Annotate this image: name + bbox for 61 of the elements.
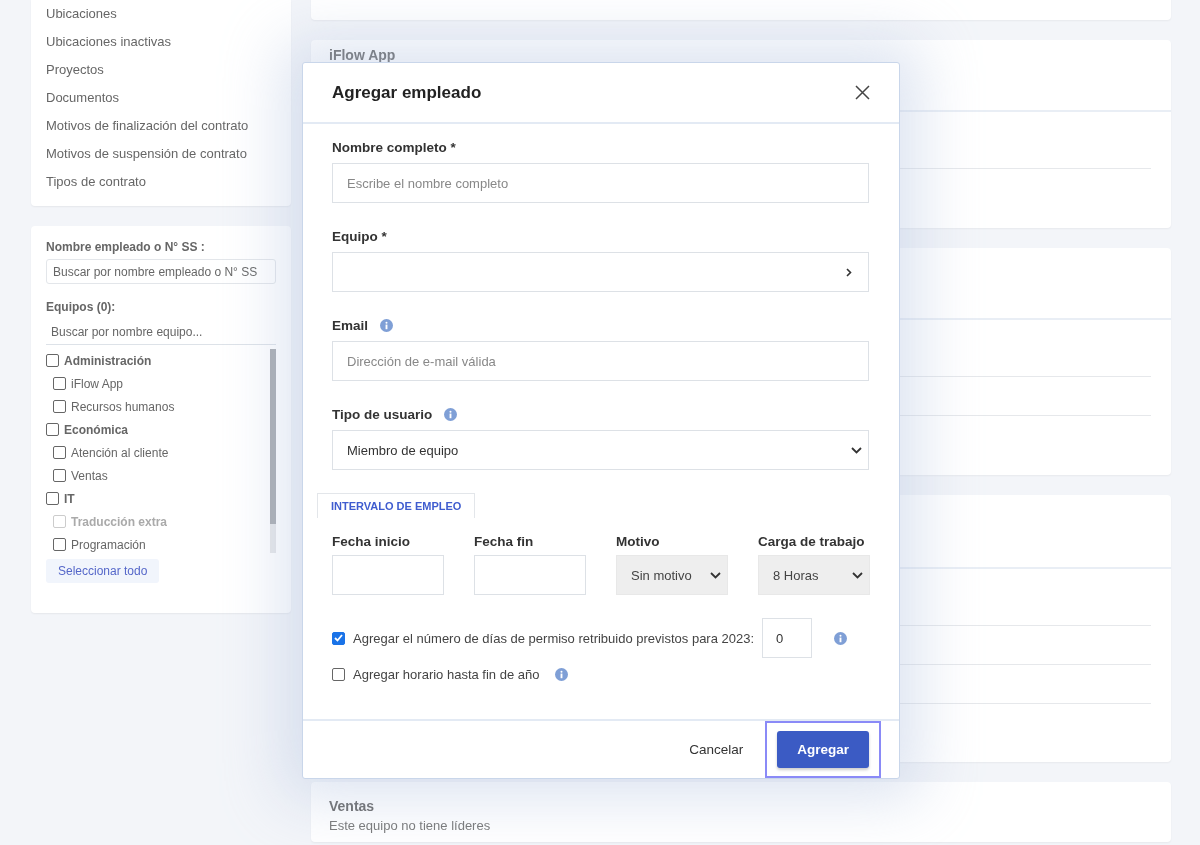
field-label: Motivo — [616, 534, 660, 549]
date-field[interactable] — [332, 555, 444, 595]
menu-item[interactable]: Motivos de finalización del contrato — [46, 112, 276, 140]
team-name: Ventas — [329, 798, 376, 814]
checkbox[interactable] — [53, 400, 66, 413]
dialog-title: Agregar empleado — [332, 82, 482, 103]
field-label: Carga de trabajo — [758, 534, 865, 549]
team-label: Administración — [64, 353, 152, 368]
checkbox[interactable] — [332, 631, 345, 645]
menu-item[interactable]: Ubicaciones inactivas — [46, 28, 276, 56]
chevron-down-icon — [851, 446, 862, 454]
cancel-button[interactable]: Cancelar — [689, 742, 744, 757]
team-label: Traducción extra — [71, 514, 168, 529]
add-button[interactable]: Agregar — [777, 731, 869, 768]
checkbox[interactable] — [53, 377, 66, 390]
checkbox[interactable] — [53, 469, 66, 482]
field-label: Equipos (0): — [46, 300, 117, 314]
field-label: Tipo de usuario — [332, 407, 433, 422]
menu-item[interactable]: Ubicaciones — [46, 0, 276, 28]
team-label: Económica — [64, 422, 129, 437]
dropdown[interactable]: 8 Horas — [758, 555, 870, 595]
checkbox[interactable] — [46, 354, 59, 367]
checkbox[interactable] — [332, 667, 345, 681]
dropdown[interactable]: Sin motivo — [616, 555, 728, 595]
field-label: Nombre completo * — [332, 140, 456, 155]
checkbox[interactable] — [53, 446, 66, 459]
field-label: Email — [332, 318, 369, 333]
team-label: Ventas — [71, 468, 108, 483]
number-field[interactable]: 0 — [762, 618, 813, 658]
field-label: Fecha inicio — [332, 534, 411, 549]
select-all-button[interactable]: Seleccionar todo — [46, 559, 160, 583]
scrollbar[interactable] — [270, 349, 276, 553]
field-label: Equipo * — [332, 229, 387, 244]
menu-item[interactable]: Proyectos — [46, 56, 276, 84]
team-label: iFlow App — [71, 376, 124, 391]
team-name: iFlow App — [329, 47, 397, 63]
checkbox[interactable] — [46, 423, 59, 436]
text-field[interactable]: Dirección de e-mail válida — [332, 341, 869, 381]
checkbox[interactable] — [46, 492, 59, 505]
date-field[interactable] — [474, 555, 586, 595]
text-field[interactable]: Escribe el nombre completo — [332, 163, 869, 203]
team-leaders-text: Este equipo no tiene líderes — [329, 818, 492, 833]
menu-item[interactable]: Motivos de suspensión de contrato — [46, 140, 276, 168]
chevron-down-icon — [852, 571, 863, 579]
chevron-right-icon — [846, 267, 852, 277]
option-label: Agregar el número de días de permiso retribuido previstos para 2023: — [353, 630, 755, 646]
option-label: Agregar horario hasta fin de año — [353, 666, 540, 682]
team-label: Recursos humanos — [71, 399, 175, 414]
team-label: IT — [64, 491, 75, 506]
menu-item[interactable]: Tipos de contrato — [46, 168, 276, 196]
checkbox[interactable] — [53, 538, 66, 551]
user-type-select[interactable]: Miembro de equipo — [332, 430, 869, 470]
menu-item[interactable]: Documentos — [46, 84, 276, 112]
close-icon[interactable] — [853, 83, 872, 102]
team-label: Programación — [71, 537, 146, 552]
chevron-down-icon — [710, 571, 721, 579]
field-label: Nombre empleado o N° SS : — [46, 240, 206, 254]
section-tab[interactable]: INTERVALO DE EMPLEO — [317, 493, 476, 518]
field-label: Fecha fin — [474, 534, 534, 549]
search-field[interactable]: Buscar por nombre empleado o N° SS — [46, 259, 276, 284]
team-label: Atención al cliente — [71, 445, 169, 460]
